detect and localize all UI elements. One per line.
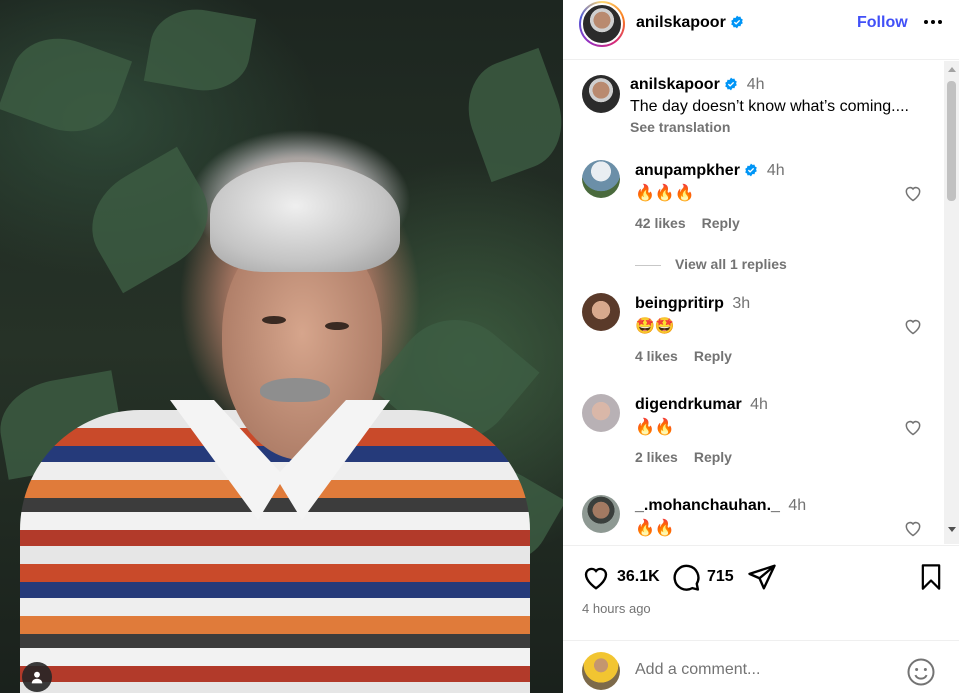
follow-button[interactable]: Follow [857,14,908,32]
heart-icon[interactable] [581,562,611,592]
comment-likes[interactable]: 2 likes [635,449,678,465]
bookmark-icon[interactable] [917,562,945,592]
post-photo[interactable] [0,0,563,693]
caption-text: The day doesn’t know what’s coming.... [630,98,909,115]
verified-badge-icon [725,77,738,91]
verified-badge-icon [745,163,758,177]
caption-author[interactable]: anilskapoor 4h [630,76,765,94]
photo-leaf [453,47,563,183]
see-translation-link[interactable]: See translation [630,119,730,135]
comment-likes[interactable]: 42 likes [635,215,686,231]
comment-text: 🔥🔥 [635,419,675,436]
comment-text: 🔥🔥 [635,520,675,537]
photo-leaf [73,146,227,294]
comments-count[interactable]: 715 [707,568,734,586]
comment-avatar[interactable] [582,160,620,198]
comment-avatar[interactable] [582,293,620,331]
heart-icon[interactable] [903,316,923,336]
verified-badge-icon [731,15,744,29]
scroll-down-arrow[interactable] [948,527,956,532]
comment-meta: 2 likes Reply [635,449,732,465]
add-comment-bar [563,640,959,693]
like-action[interactable]: 36.1K [581,562,660,592]
post-header: anilskapoor Follow [563,0,959,60]
save-action[interactable] [917,562,945,592]
user-icon [31,671,43,684]
emoji-icon[interactable] [906,657,936,687]
photo-mustache [260,378,330,402]
comment-avatar[interactable] [582,394,620,432]
share-icon[interactable] [747,562,777,592]
view-replies-button[interactable]: View all 1 replies [635,256,787,272]
share-action[interactable] [747,562,777,592]
post-side-panel: anilskapoor Follow anilskapoor 4h The da… [563,0,959,693]
add-comment-input[interactable] [635,661,895,679]
scroll-up-arrow[interactable] [948,67,956,72]
comment-likes[interactable]: 4 likes [635,348,678,364]
comment-meta: 42 likes Reply [635,215,740,231]
comment-text: 🔥🔥🔥 [635,185,695,202]
current-user-avatar[interactable] [582,652,620,690]
photo-leaf [143,1,257,99]
comments-scrollbar[interactable] [944,61,959,544]
comment-username[interactable]: anupampkher 4h [635,162,785,180]
author-avatar[interactable] [579,1,625,47]
comment-text: 🤩🤩 [635,318,675,335]
caption-time[interactable]: 4h [747,76,765,93]
comment-meta: 4 likes Reply [635,348,732,364]
comment-username[interactable]: beingpritirp 3h [635,295,750,313]
caption-author-avatar[interactable] [582,75,620,113]
scroll-thumb[interactable] [947,81,956,201]
tagged-users-button[interactable] [22,662,52,692]
heart-icon[interactable] [903,183,923,203]
photo-eye [325,322,349,330]
reply-button[interactable]: Reply [694,449,732,465]
comment-icon[interactable] [671,562,701,592]
likes-count[interactable]: 36.1K [617,568,660,586]
heart-icon[interactable] [903,417,923,437]
more-icon[interactable] [921,10,945,34]
comment-avatar[interactable] [582,495,620,533]
comment-action[interactable]: 715 [671,562,734,592]
photo-leaf [0,23,133,147]
comment-username[interactable]: digendrkumar 4h [635,396,768,414]
post-time[interactable]: 4 hours ago [582,601,651,616]
author-username[interactable]: anilskapoor [636,14,744,32]
comment-username[interactable]: _.mohanchauhan._ 4h [635,497,806,515]
photo-hair [210,162,400,272]
reply-button[interactable]: Reply [702,215,740,231]
post-actions: 36.1K 715 4 hours ago [563,545,959,639]
photo-eye [262,316,286,324]
comments-list[interactable]: anilskapoor 4h The day doesn’t know what… [563,61,959,544]
reply-button[interactable]: Reply [694,348,732,364]
heart-icon[interactable] [903,518,923,538]
